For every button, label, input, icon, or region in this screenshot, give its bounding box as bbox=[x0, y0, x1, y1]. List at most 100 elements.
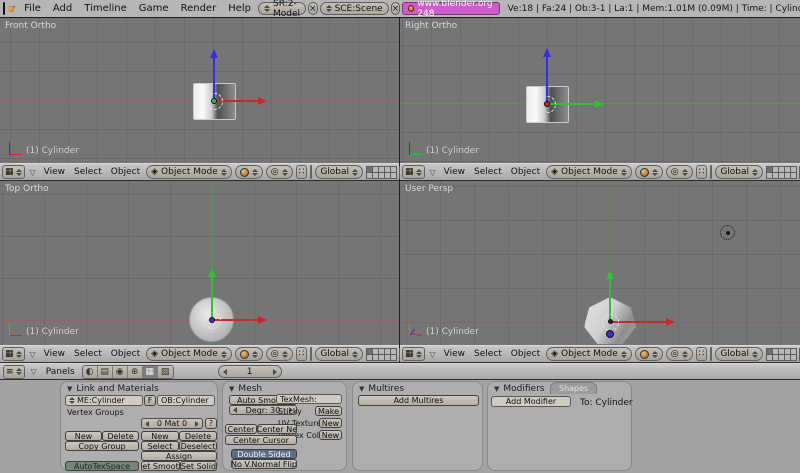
orientation-dropdown[interactable]: Global bbox=[315, 347, 363, 361]
add-modifier-button[interactable]: Add Modifier bbox=[491, 396, 571, 407]
snap-button[interactable]: ∷ bbox=[296, 165, 308, 179]
menu-add[interactable]: Add bbox=[48, 3, 77, 14]
shading-dropdown[interactable] bbox=[235, 347, 263, 361]
manipulator-enable-button[interactable] bbox=[711, 348, 712, 360]
menu-select[interactable]: Select bbox=[71, 167, 105, 177]
tab-shapes[interactable]: Shapes bbox=[550, 382, 597, 394]
mode-dropdown[interactable]: ◈ Object Mode bbox=[546, 347, 632, 361]
editor-type-dropdown[interactable]: ▦ bbox=[2, 347, 25, 361]
blender-org-link[interactable]: www.blender.org 248 bbox=[402, 2, 499, 15]
menu-object[interactable]: Object bbox=[508, 167, 543, 177]
copy-group-button[interactable]: Copy Group bbox=[65, 441, 139, 451]
material-help-button[interactable]: ? bbox=[205, 418, 217, 429]
menu-help[interactable]: Help bbox=[223, 3, 256, 14]
menu-object[interactable]: Object bbox=[108, 167, 143, 177]
deselect-button[interactable]: Deselect bbox=[179, 441, 217, 451]
layer-cell[interactable] bbox=[790, 354, 797, 361]
manipulator-enable-button[interactable] bbox=[311, 166, 312, 178]
mode-dropdown[interactable]: ◈ Object Mode bbox=[546, 165, 632, 179]
pivot-dropdown[interactable]: ◎ bbox=[266, 165, 293, 179]
menu-object[interactable]: Object bbox=[108, 349, 143, 359]
header-collapse-icon[interactable]: ▽ bbox=[428, 350, 438, 359]
editor-type-dropdown[interactable]: ▦ bbox=[402, 347, 425, 361]
x-axis-arrow[interactable] bbox=[611, 321, 667, 323]
autotexspace-toggle[interactable]: AutoTexSpace bbox=[65, 461, 139, 471]
menu-view[interactable]: View bbox=[441, 167, 468, 177]
select-button[interactable]: Select bbox=[141, 441, 179, 451]
set-smooth-button[interactable]: Set Smooth bbox=[141, 461, 180, 471]
stepper-left-icon[interactable] bbox=[145, 421, 149, 427]
header-collapse-icon[interactable]: ▽ bbox=[28, 350, 38, 359]
script-context-button[interactable]: ▤ bbox=[98, 366, 113, 378]
menu-select[interactable]: Select bbox=[471, 167, 505, 177]
vertex-group-delete-button[interactable]: Delete bbox=[102, 431, 139, 441]
layer-cell[interactable] bbox=[390, 354, 397, 361]
manipulator-enable-button[interactable] bbox=[311, 348, 312, 360]
z-axis-handle[interactable] bbox=[606, 330, 614, 338]
lamp-object[interactable] bbox=[720, 225, 735, 240]
stepper-left-icon[interactable] bbox=[223, 369, 227, 375]
orientation-dropdown[interactable]: Global bbox=[715, 347, 763, 361]
menu-view[interactable]: View bbox=[441, 349, 468, 359]
shading-context-button[interactable]: ◉ bbox=[113, 366, 128, 378]
center-cursor-button[interactable]: Center Cursor bbox=[225, 435, 297, 445]
header-collapse-icon[interactable]: ▽ bbox=[428, 168, 438, 177]
object-name-field[interactable]: OB:Cylinder bbox=[157, 395, 215, 406]
mode-dropdown[interactable]: ◈ Object Mode bbox=[146, 165, 232, 179]
screen-close-button[interactable]: × bbox=[308, 2, 318, 15]
pivot-dropdown[interactable]: ◎ bbox=[666, 165, 693, 179]
pivot-dropdown[interactable]: ◎ bbox=[666, 347, 693, 361]
manipulator-enable-button[interactable] bbox=[711, 166, 712, 178]
shading-dropdown[interactable] bbox=[635, 165, 663, 179]
assign-button[interactable]: Assign bbox=[141, 451, 217, 461]
fake-user-button[interactable]: F bbox=[144, 395, 156, 406]
blender-logo-icon[interactable] bbox=[3, 2, 5, 15]
panel-header[interactable]: ▼ Mesh bbox=[229, 384, 262, 394]
layer-cell[interactable] bbox=[390, 172, 397, 179]
panel-header[interactable]: ▼ Modifiers bbox=[494, 384, 544, 394]
panel-header[interactable]: ▼ Multires bbox=[359, 384, 404, 394]
object-context-button[interactable]: ⊕ bbox=[128, 366, 143, 378]
shading-dropdown[interactable] bbox=[635, 347, 663, 361]
editor-type-dropdown[interactable]: ▦ bbox=[402, 165, 425, 179]
vertex-group-new-button[interactable]: New bbox=[65, 431, 102, 441]
no-v-normal-flip-toggle[interactable]: No V.Normal Flip bbox=[231, 459, 297, 469]
menu-file[interactable]: File bbox=[19, 3, 46, 14]
scene-selector[interactable]: SCE:Scene bbox=[320, 2, 389, 15]
snap-button[interactable]: ∷ bbox=[296, 347, 308, 361]
menu-object[interactable]: Object bbox=[508, 349, 543, 359]
viewport-user[interactable]: User Persp (1) Cylinder bbox=[400, 181, 800, 345]
snap-button[interactable]: ∷ bbox=[696, 347, 708, 361]
panels-menu[interactable]: Panels bbox=[43, 367, 78, 377]
center-new-button[interactable]: Center Ne bbox=[257, 424, 297, 434]
stepper-right-icon[interactable] bbox=[195, 421, 199, 427]
orientation-dropdown[interactable]: Global bbox=[715, 165, 763, 179]
viewport-front[interactable]: Front Ortho (1) Cylinder bbox=[0, 18, 399, 163]
stepper-left-icon[interactable] bbox=[233, 407, 237, 413]
editing-context-button[interactable]: ▦ bbox=[143, 366, 158, 378]
scene-context-button[interactable]: ▧ bbox=[158, 366, 173, 378]
material-index-stepper[interactable]: 0 Mat 0 bbox=[141, 418, 203, 429]
scene-close-button[interactable]: × bbox=[391, 2, 401, 15]
menu-game[interactable]: Game bbox=[134, 3, 174, 14]
logic-context-button[interactable]: ◐ bbox=[83, 366, 98, 378]
center-button[interactable]: Center bbox=[225, 424, 257, 434]
header-collapse-icon[interactable]: ▽ bbox=[29, 367, 39, 376]
double-sided-toggle[interactable]: Double Sided bbox=[231, 449, 297, 459]
material-delete-button[interactable]: Delete bbox=[179, 431, 217, 441]
sticky-make-button[interactable]: Make bbox=[315, 406, 342, 416]
screen-selector[interactable]: SR:2-Model bbox=[258, 2, 306, 15]
editor-type-dropdown[interactable]: ▦ bbox=[2, 165, 25, 179]
snap-button[interactable]: ∷ bbox=[696, 165, 708, 179]
set-solid-button[interactable]: Set Solid bbox=[180, 461, 217, 471]
stepper-right-icon[interactable] bbox=[273, 369, 277, 375]
viewport-top[interactable]: Top Ortho (1) Cylinder bbox=[0, 181, 399, 345]
mode-dropdown[interactable]: ◈ Object Mode bbox=[146, 347, 232, 361]
panel-header[interactable]: ▼ Link and Materials bbox=[67, 384, 159, 394]
menu-view[interactable]: View bbox=[41, 349, 68, 359]
texmesh-field[interactable]: TexMesh: bbox=[276, 394, 342, 404]
menu-render[interactable]: Render bbox=[176, 3, 222, 14]
material-new-button[interactable]: New bbox=[141, 431, 179, 441]
context-page-stepper[interactable]: 1 bbox=[218, 365, 282, 378]
layer-cell[interactable] bbox=[790, 172, 797, 179]
